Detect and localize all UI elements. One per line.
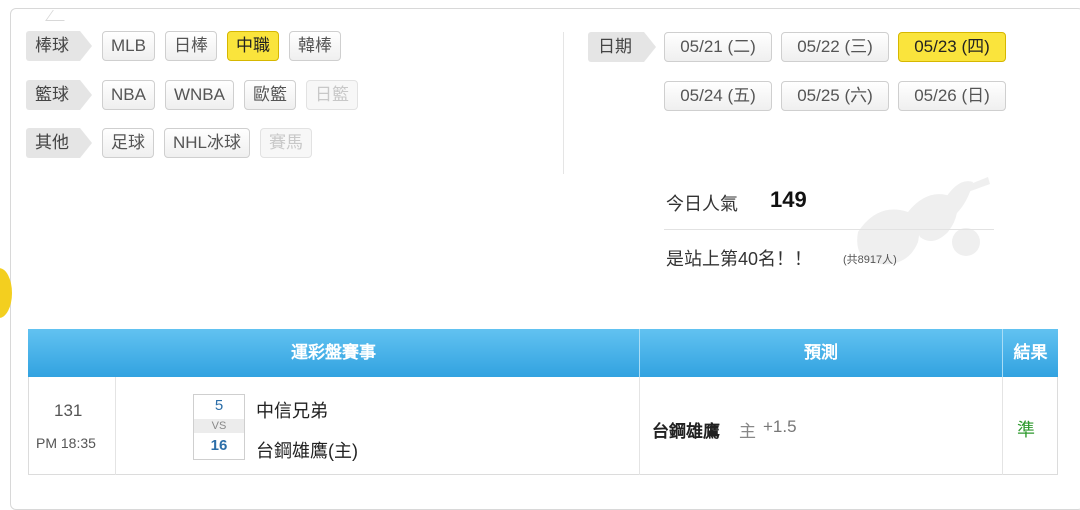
prediction-line: +1.5 xyxy=(763,417,797,436)
away-team[interactable]: 中信兄弟 xyxy=(256,397,328,423)
section-divider xyxy=(563,32,564,174)
category-label-basketball: 籃球 xyxy=(26,80,92,110)
away-score: 5 xyxy=(214,397,224,414)
game-number: 131 xyxy=(54,401,83,420)
category-row-baseball: 棒球 MLB 日棒 中職 韓棒 xyxy=(26,30,351,62)
filter-kbo[interactable]: 韓棒 xyxy=(288,31,341,61)
date-label: 日期 xyxy=(588,32,656,62)
popularity-divider xyxy=(664,229,994,230)
popularity-value: 149 xyxy=(770,187,807,212)
panel-notch xyxy=(45,10,72,21)
filter-horse-racing: 賽馬 xyxy=(260,128,313,158)
date-0522[interactable]: 05/22 (三) xyxy=(781,32,889,62)
rank-total: (共8917人) xyxy=(843,254,897,266)
filter-euro-basketball[interactable]: 歐籃 xyxy=(243,80,296,110)
category-label-baseball: 棒球 xyxy=(26,31,92,61)
filter-soccer[interactable]: 足球 xyxy=(102,128,154,158)
filter-wnba[interactable]: WNBA xyxy=(164,80,234,110)
header-prediction: 預測 xyxy=(804,343,838,362)
cell-separator xyxy=(115,377,116,475)
score-box: 5 VS 16 xyxy=(193,394,245,460)
game-time: PM 18:35 xyxy=(36,435,96,451)
table-row xyxy=(28,377,1058,475)
category-label-other: 其他 xyxy=(26,128,92,158)
date-0525[interactable]: 05/25 (六) xyxy=(781,81,889,111)
cell-separator xyxy=(639,377,640,475)
rank-text: 是站上第40名！！ xyxy=(666,249,813,269)
vs-label: VS xyxy=(194,419,244,433)
prediction-team: 台鋼雄鷹 xyxy=(652,422,720,441)
date-0523[interactable]: 05/23 (四) xyxy=(898,32,1006,62)
header-result: 結果 xyxy=(1013,343,1048,362)
filter-nhl[interactable]: NHL冰球 xyxy=(164,128,251,158)
table-header: 運彩盤賽事 預測 結果 xyxy=(28,329,1058,377)
header-event: 運彩盤賽事 xyxy=(291,343,376,362)
result-badge: 準 xyxy=(1017,420,1035,440)
cell-separator xyxy=(1002,377,1003,475)
home-score: 16 xyxy=(210,437,228,454)
home-team[interactable]: 台鋼雄鷹(主) xyxy=(256,437,358,463)
date-0526[interactable]: 05/26 (日) xyxy=(898,81,1006,111)
filter-npb[interactable]: 日棒 xyxy=(164,31,217,61)
category-row-basketball: 籃球 NBA WNBA 歐籃 日籃 xyxy=(26,79,368,111)
popularity-label: 今日人氣 xyxy=(666,194,738,214)
filter-japan-basketball: 日籃 xyxy=(305,80,358,110)
filter-mlb[interactable]: MLB xyxy=(102,31,155,61)
date-0524[interactable]: 05/24 (五) xyxy=(664,81,772,111)
filter-cpbl[interactable]: 中職 xyxy=(226,31,279,61)
category-row-other: 其他 足球 NHL冰球 賽馬 xyxy=(26,127,322,159)
prediction-side: 主 xyxy=(739,422,756,441)
date-0521[interactable]: 05/21 (二) xyxy=(664,32,772,62)
filter-nba[interactable]: NBA xyxy=(102,80,155,110)
